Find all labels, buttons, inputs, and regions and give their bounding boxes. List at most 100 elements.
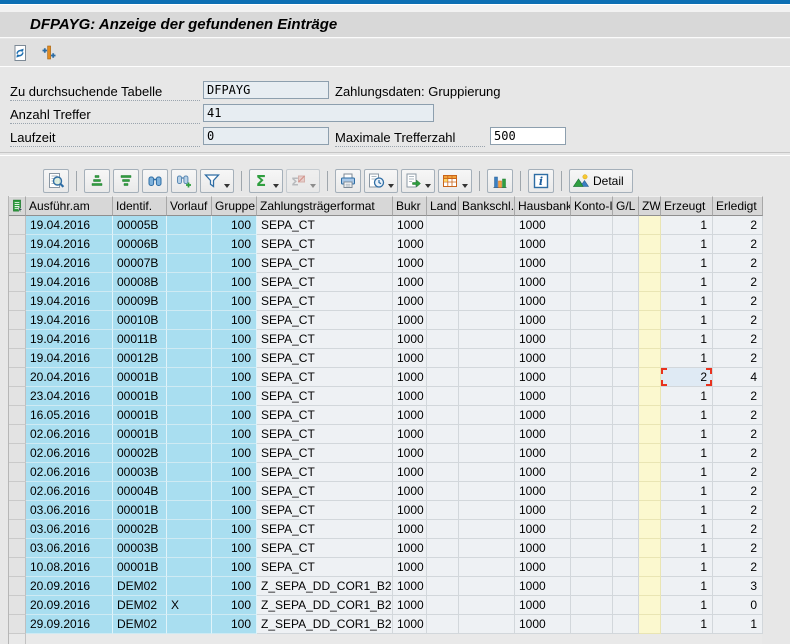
cell-erledigt[interactable]: 2 [713, 254, 763, 273]
cell-identif[interactable]: 00002B [113, 444, 167, 463]
cell-land[interactable] [427, 368, 459, 387]
cell-land[interactable] [427, 292, 459, 311]
cell-vorlauf[interactable] [167, 615, 212, 634]
cell-gruppe[interactable]: 100 [212, 482, 257, 501]
cell-bukr[interactable]: 1000 [393, 425, 427, 444]
cell-gruppe[interactable]: 100 [212, 292, 257, 311]
col-header-ausfuehr[interactable]: Ausführ.am [26, 196, 113, 216]
cell-ausfuehr[interactable]: 19.04.2016 [26, 273, 113, 292]
table-name-field[interactable] [203, 81, 329, 99]
cell-hausbank[interactable]: 1000 [515, 463, 571, 482]
cell-gl[interactable] [613, 501, 639, 520]
cell-gl[interactable] [613, 482, 639, 501]
cell-kontoid[interactable] [571, 539, 613, 558]
cell-bankschl[interactable] [459, 482, 515, 501]
cell-land[interactable] [427, 444, 459, 463]
dropdown-arrow-icon[interactable] [388, 184, 394, 188]
cell-vorlauf[interactable] [167, 558, 212, 577]
cell-identif[interactable]: 00012B [113, 349, 167, 368]
row-selector[interactable] [9, 330, 26, 349]
cell-kontoid[interactable] [571, 463, 613, 482]
cell-gl[interactable] [613, 520, 639, 539]
col-header-vorlauf[interactable]: Vorlauf [167, 196, 212, 216]
cell-zw[interactable] [639, 425, 661, 444]
dropdown-arrow-icon[interactable] [425, 184, 431, 188]
cell-erzeugt[interactable]: 1 [661, 482, 713, 501]
cell-bukr[interactable]: 1000 [393, 558, 427, 577]
cell-hausbank[interactable]: 1000 [515, 235, 571, 254]
cell-gruppe[interactable]: 100 [212, 254, 257, 273]
cell-gl[interactable] [613, 444, 639, 463]
max-hits-field[interactable] [490, 127, 566, 145]
cell-bankschl[interactable] [459, 615, 515, 634]
row-selector[interactable] [9, 292, 26, 311]
cell-vorlauf[interactable] [167, 482, 212, 501]
cell-hausbank[interactable]: 1000 [515, 330, 571, 349]
row-selector[interactable] [9, 254, 26, 273]
cell-kontoid[interactable] [571, 482, 613, 501]
cell-land[interactable] [427, 539, 459, 558]
cell-bukr[interactable]: 1000 [393, 444, 427, 463]
cell-bankschl[interactable] [459, 311, 515, 330]
cell-erledigt[interactable]: 2 [713, 349, 763, 368]
cell-identif[interactable]: 00007B [113, 254, 167, 273]
cell-format[interactable]: SEPA_CT [257, 539, 393, 558]
cell-vorlauf[interactable] [167, 273, 212, 292]
choose-detail-button[interactable] [43, 169, 69, 193]
cell-hausbank[interactable]: 1000 [515, 615, 571, 634]
cell-ausfuehr[interactable]: 19.04.2016 [26, 235, 113, 254]
find-button[interactable] [142, 169, 168, 193]
cell-vorlauf[interactable] [167, 292, 212, 311]
cell-gl[interactable] [613, 368, 639, 387]
cell-land[interactable] [427, 330, 459, 349]
cell-erzeugt[interactable]: 1 [661, 349, 713, 368]
cell-kontoid[interactable] [571, 444, 613, 463]
graphic-button[interactable] [487, 169, 513, 193]
cell-vorlauf[interactable]: X [167, 596, 212, 615]
cell-format[interactable]: SEPA_CT [257, 520, 393, 539]
cell-kontoid[interactable] [571, 558, 613, 577]
cell-vorlauf[interactable] [167, 501, 212, 520]
cell-vorlauf[interactable] [167, 330, 212, 349]
cell-gruppe[interactable]: 100 [212, 596, 257, 615]
cell-ausfuehr[interactable]: 03.06.2016 [26, 501, 113, 520]
cell-bankschl[interactable] [459, 425, 515, 444]
cell-gl[interactable] [613, 558, 639, 577]
cell-bukr[interactable]: 1000 [393, 463, 427, 482]
cell-vorlauf[interactable] [167, 520, 212, 539]
cell-land[interactable] [427, 406, 459, 425]
cell-gl[interactable] [613, 311, 639, 330]
cell-bukr[interactable]: 1000 [393, 368, 427, 387]
cell-land[interactable] [427, 235, 459, 254]
cell-kontoid[interactable] [571, 501, 613, 520]
dropdown-arrow-icon[interactable] [462, 184, 468, 188]
cell-zw[interactable] [639, 482, 661, 501]
cell-kontoid[interactable] [571, 406, 613, 425]
col-header-bukr[interactable]: Bukr [393, 196, 427, 216]
cell-format[interactable]: SEPA_CT [257, 330, 393, 349]
cell-bukr[interactable]: 1000 [393, 577, 427, 596]
cell-ausfuehr[interactable]: 10.08.2016 [26, 558, 113, 577]
row-selector[interactable] [9, 615, 26, 634]
cell-erledigt[interactable]: 2 [713, 425, 763, 444]
col-header-zw[interactable]: ZW [639, 196, 661, 216]
col-header-hausbank[interactable]: Hausbank [515, 196, 571, 216]
cell-land[interactable] [427, 501, 459, 520]
cell-hausbank[interactable]: 1000 [515, 254, 571, 273]
cell-land[interactable] [427, 387, 459, 406]
cell-gruppe[interactable]: 100 [212, 425, 257, 444]
cell-kontoid[interactable] [571, 292, 613, 311]
cell-gruppe[interactable]: 100 [212, 463, 257, 482]
cell-gruppe[interactable]: 100 [212, 311, 257, 330]
row-selector[interactable] [9, 539, 26, 558]
cell-land[interactable] [427, 311, 459, 330]
cell-kontoid[interactable] [571, 330, 613, 349]
cell-bankschl[interactable] [459, 520, 515, 539]
cell-kontoid[interactable] [571, 596, 613, 615]
cell-format[interactable]: SEPA_CT [257, 406, 393, 425]
cell-erledigt[interactable]: 1 [713, 615, 763, 634]
cell-kontoid[interactable] [571, 254, 613, 273]
cell-erzeugt[interactable]: 1 [661, 615, 713, 634]
cell-kontoid[interactable] [571, 216, 613, 235]
cell-zw[interactable] [639, 444, 661, 463]
